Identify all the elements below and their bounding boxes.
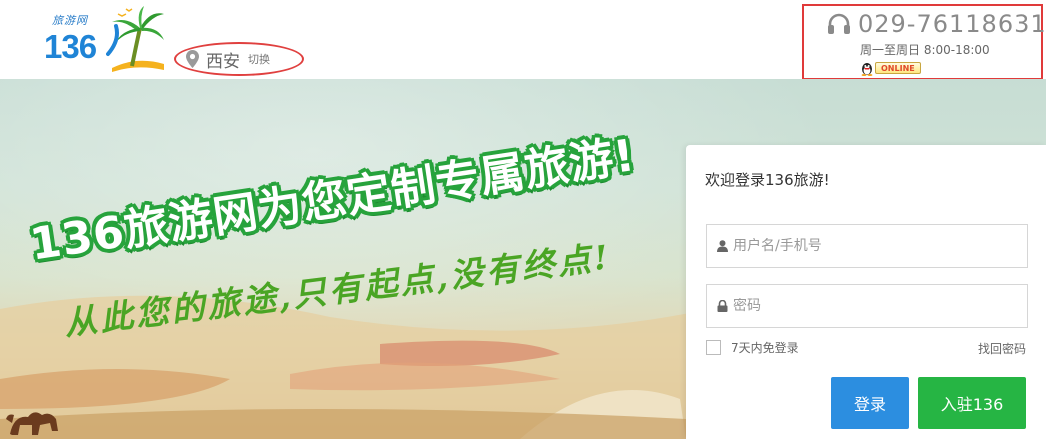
service-hours: 周一至周日 8:00-18:00: [860, 43, 990, 57]
qq-penguin-icon: [861, 63, 873, 76]
city-selector[interactable]: 西安 切换: [186, 48, 270, 72]
remember-checkbox[interactable]: [706, 340, 721, 355]
map-pin-icon: [186, 50, 199, 68]
site-logo[interactable]: 旅游网 136: [44, 6, 164, 74]
password-field[interactable]: [706, 284, 1028, 328]
online-badge: ONLINE: [875, 62, 921, 74]
join-button[interactable]: 入驻136: [918, 377, 1026, 429]
user-icon: [717, 240, 728, 252]
login-title: 欢迎登录136旅游!: [705, 171, 830, 189]
palm-tree-icon: [106, 6, 164, 72]
forgot-password-link[interactable]: 找回密码: [978, 340, 1026, 357]
city-switch-link[interactable]: 切换: [248, 51, 270, 67]
qq-online-button[interactable]: ONLINE: [860, 60, 921, 76]
logo-small-text: 旅游网: [52, 14, 88, 27]
lock-icon: [717, 300, 728, 312]
city-name: 西安: [206, 51, 240, 72]
remember-me[interactable]: 7天内免登录: [706, 339, 799, 356]
logo-number: 136: [44, 28, 97, 65]
username-field[interactable]: [706, 224, 1028, 268]
password-input[interactable]: [733, 298, 1013, 314]
phone-row: 029-76118631: [827, 10, 1046, 38]
site-header: 旅游网 136 西安 切换 029-76118631 周一至周日 8:00-18…: [0, 0, 1046, 80]
phone-number: 029-76118631: [858, 10, 1046, 38]
login-button[interactable]: 登录: [831, 377, 909, 429]
headset-icon: [828, 13, 850, 34]
login-panel: 欢迎登录136旅游! 7天内免登录 找回密码 登录 入驻136: [686, 145, 1046, 439]
contact-box: 029-76118631 周一至周日 8:00-18:00 ONLINE: [802, 4, 1046, 80]
remember-label: 7天内免登录: [731, 341, 799, 355]
username-input[interactable]: [733, 238, 1013, 254]
